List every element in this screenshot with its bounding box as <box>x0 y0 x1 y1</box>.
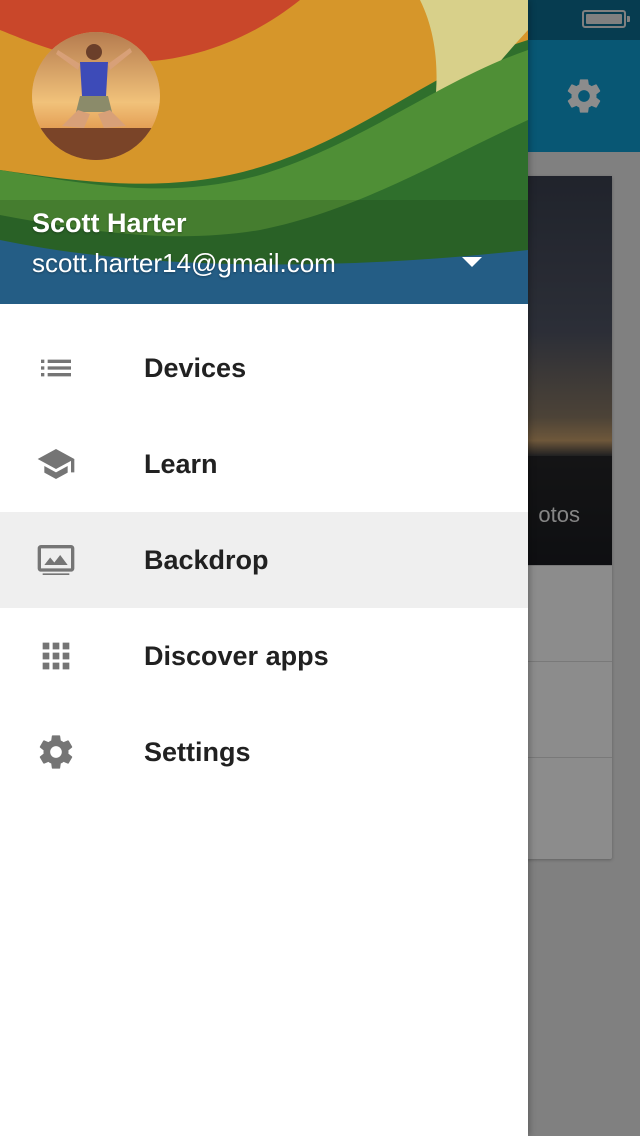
drawer-nav-list: Devices Learn Backdrop Discover apps Set… <box>0 320 528 800</box>
apps-grid-icon <box>42 642 70 670</box>
gear-icon <box>39 735 73 769</box>
nav-item-backdrop[interactable]: Backdrop <box>0 512 528 608</box>
school-icon <box>37 449 75 479</box>
image-icon <box>37 545 75 575</box>
user-email: scott.harter14@gmail.com <box>32 248 336 278</box>
nav-item-label: Devices <box>144 353 247 383</box>
nav-item-learn[interactable]: Learn <box>0 416 528 512</box>
nav-item-devices[interactable]: Devices <box>0 320 528 416</box>
nav-item-settings[interactable]: Settings <box>0 704 528 800</box>
nav-item-label: Learn <box>144 449 218 479</box>
nav-item-label: Backdrop <box>144 545 269 575</box>
account-switcher-dropdown[interactable] <box>452 246 492 276</box>
nav-item-label: Discover apps <box>144 641 329 671</box>
arrow-drop-down-icon <box>462 257 482 267</box>
list-icon <box>41 359 71 377</box>
nav-item-label: Settings <box>144 737 251 767</box>
avatar-photo <box>32 32 160 160</box>
avatar[interactable] <box>32 32 160 160</box>
nav-item-discover-apps[interactable]: Discover apps <box>0 608 528 704</box>
navigation-drawer: Scott Harter scott.harter14@gmail.com De… <box>0 0 528 1136</box>
drawer-header: Scott Harter scott.harter14@gmail.com <box>0 0 528 304</box>
user-name: Scott Harter <box>32 208 187 238</box>
